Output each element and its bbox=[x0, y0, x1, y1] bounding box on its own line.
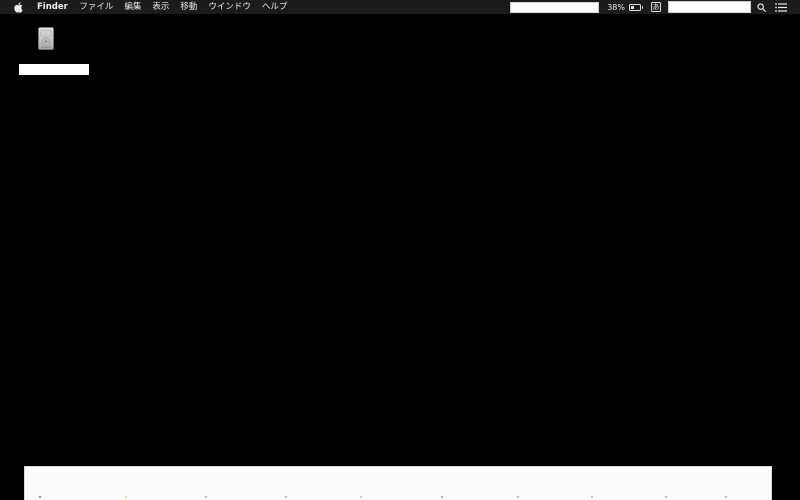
dock-speck bbox=[360, 496, 362, 498]
spotlight-search-icon[interactable] bbox=[756, 2, 766, 12]
dock-speck bbox=[39, 496, 41, 498]
menu-app-finder[interactable]: Finder bbox=[32, 0, 74, 14]
status-item-blank[interactable] bbox=[510, 1, 600, 13]
hard-disk-label[interactable] bbox=[19, 64, 89, 75]
menu-help[interactable]: ヘルプ bbox=[256, 0, 293, 14]
menu-bar: Finder ファイル 編集 表示 移動 ウインドウ ヘルプ 38% あ bbox=[0, 0, 800, 14]
dock-speck bbox=[441, 496, 443, 498]
battery-percent[interactable]: 38% bbox=[607, 3, 625, 12]
dock-speck bbox=[285, 496, 287, 498]
dock bbox=[24, 466, 772, 500]
notification-center-icon[interactable] bbox=[775, 2, 787, 12]
apple-icon[interactable] bbox=[12, 1, 24, 13]
status-search-field[interactable] bbox=[668, 1, 751, 13]
dock-speck bbox=[125, 496, 127, 498]
dock-speck bbox=[725, 496, 727, 498]
input-method-icon[interactable]: あ bbox=[651, 2, 661, 12]
hard-disk-icon[interactable] bbox=[37, 27, 55, 50]
menu-bar-status-area: 38% あ bbox=[510, 0, 800, 14]
menu-file[interactable]: ファイル bbox=[74, 0, 119, 14]
battery-fill bbox=[631, 5, 635, 9]
dock-speck bbox=[665, 496, 667, 498]
dock-speck bbox=[517, 496, 519, 498]
menu-view[interactable]: 表示 bbox=[147, 0, 175, 14]
menu-bar-left: Finder ファイル 編集 表示 移動 ウインドウ ヘルプ bbox=[0, 0, 293, 14]
battery-icon[interactable] bbox=[629, 3, 643, 11]
menu-go[interactable]: 移動 bbox=[175, 0, 203, 14]
menu-edit[interactable]: 編集 bbox=[119, 0, 147, 14]
desktop-screen: Finder ファイル 編集 表示 移動 ウインドウ ヘルプ 38% あ bbox=[0, 0, 800, 500]
dock-indicators bbox=[25, 495, 771, 498]
menu-window[interactable]: ウインドウ bbox=[203, 0, 257, 14]
dock-speck bbox=[205, 496, 207, 498]
dock-speck bbox=[591, 496, 593, 498]
